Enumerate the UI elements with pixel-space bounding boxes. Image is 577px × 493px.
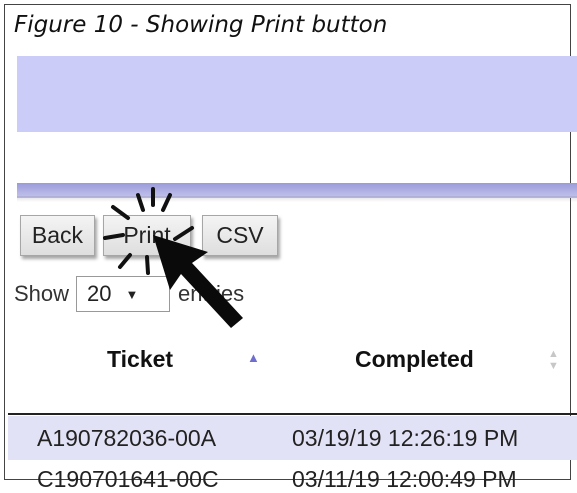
table-header-divider — [8, 413, 577, 415]
column-header-completed[interactable]: Completed — [355, 346, 474, 373]
table-cell-completed: 03/11/19 12:00:49 PM — [292, 466, 517, 492]
table-cell-completed: 03/19/19 12:26:19 PM — [292, 425, 519, 451]
figure-caption: Figure 10 - Showing Print button — [14, 12, 388, 38]
table-cell-ticket: A190782036-00A — [37, 425, 217, 451]
column-header-ticket[interactable]: Ticket — [107, 346, 173, 373]
show-label: Show — [14, 281, 70, 306]
back-button[interactable]: Back — [20, 215, 95, 256]
sort-asc-icon[interactable]: ▲ — [247, 350, 260, 365]
page-header-band — [17, 56, 577, 132]
sort-both-icon[interactable]: ▲ ▼ — [548, 348, 559, 372]
table-cell-ticket: C190701641-00C — [37, 466, 219, 492]
mouse-pointer-icon — [153, 235, 243, 328]
